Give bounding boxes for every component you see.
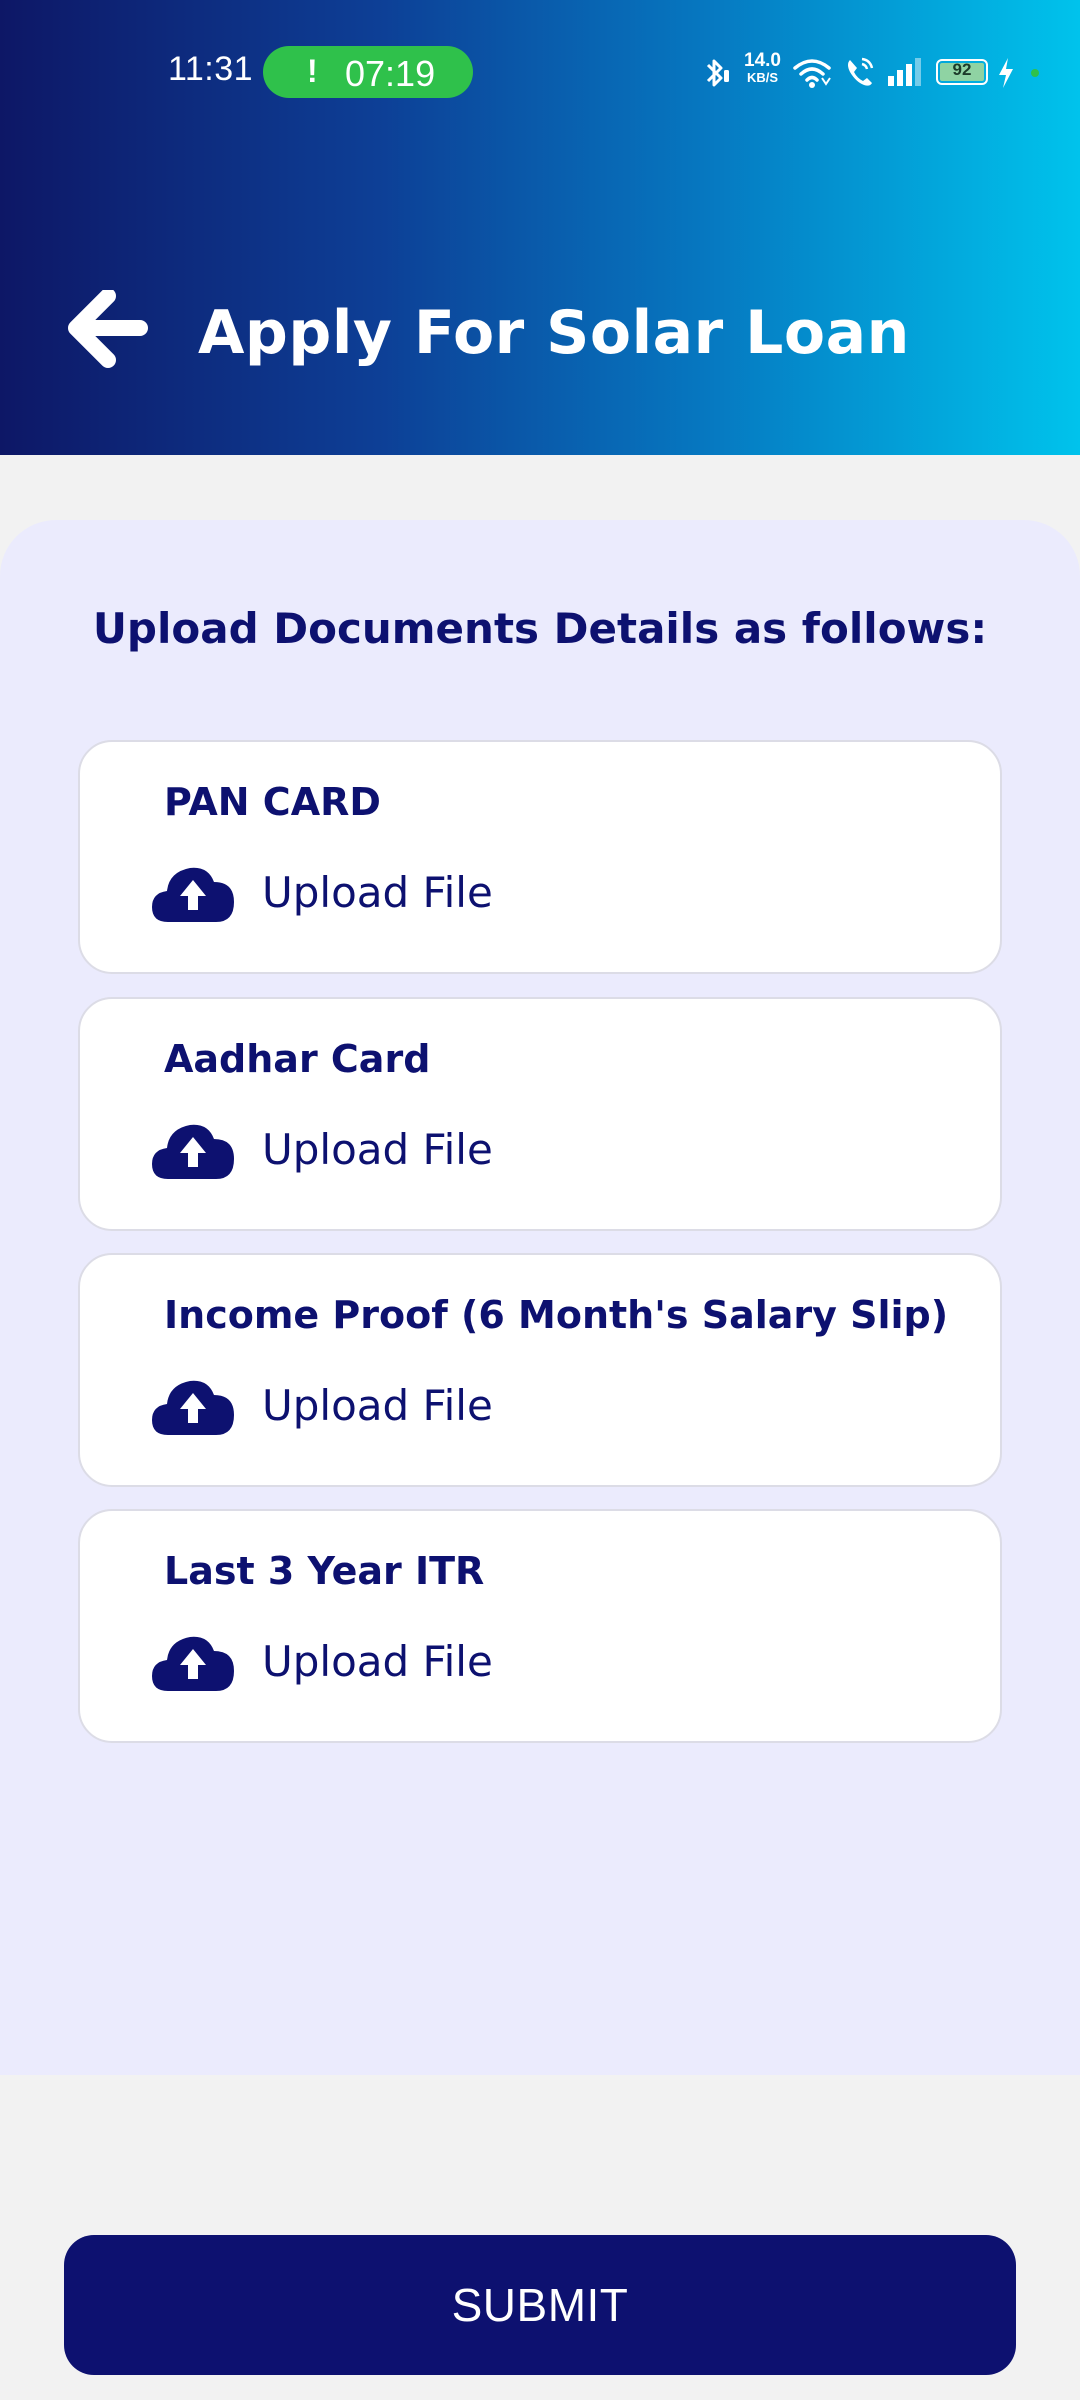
signal-icon: [888, 58, 921, 86]
status-time: 11:31: [168, 50, 254, 88]
section-heading: Upload Documents Details as follows:: [92, 604, 988, 653]
title-bar: Apply For Solar Loan: [0, 290, 1080, 380]
status-icons: 14.0 KB/S 92: [700, 48, 1060, 98]
document-card-itr[interactable]: Last 3 Year ITR Upload File: [78, 1509, 1002, 1743]
upload-file-label: Upload File: [262, 1125, 493, 1174]
document-title: PAN CARD: [164, 780, 381, 824]
upload-file-button[interactable]: Upload File: [150, 860, 850, 940]
documents-panel: Upload Documents Details as follows: PAN…: [0, 520, 1080, 2075]
battery-level: 92: [952, 60, 972, 79]
upload-file-button[interactable]: Upload File: [150, 1117, 850, 1197]
document-title: Income Proof (6 Month's Salary Slip): [164, 1293, 949, 1337]
document-title: Aadhar Card: [164, 1037, 431, 1081]
document-card-income-proof[interactable]: Income Proof (6 Month's Salary Slip) Upl…: [78, 1253, 1002, 1487]
ongoing-call-pill[interactable]: ! 07:19: [263, 46, 473, 98]
upload-file-label: Upload File: [262, 1381, 493, 1430]
call-duration: 07:19: [345, 53, 436, 94]
bluetooth-icon: [706, 59, 729, 87]
document-card-pan[interactable]: PAN CARD Upload File: [78, 740, 1002, 974]
upload-file-button[interactable]: Upload File: [150, 1373, 850, 1453]
arrow-left-icon[interactable]: [68, 290, 158, 374]
submit-button[interactable]: SUBMIT: [64, 2235, 1016, 2375]
notification-dot-icon: [1031, 69, 1039, 77]
call-alert-icon: !: [307, 53, 318, 89]
upload-file-label: Upload File: [262, 1637, 493, 1686]
document-card-aadhar[interactable]: Aadhar Card Upload File: [78, 997, 1002, 1231]
cloud-upload-icon: [152, 1636, 234, 1691]
wifi-icon: [793, 59, 831, 88]
cloud-upload-icon: [152, 867, 234, 922]
network-speed: 14.0 KB/S: [744, 50, 781, 85]
status-bar: 11:31 ! 07:19 14.0 KB/S 92: [0, 40, 1080, 106]
app-header: 11:31 ! 07:19 14.0 KB/S 92 Apply For Sol…: [0, 0, 1080, 455]
upload-file-label: Upload File: [262, 868, 493, 917]
cloud-upload-icon: [152, 1124, 234, 1179]
charging-icon: [999, 58, 1013, 88]
page-title: Apply For Solar Loan: [198, 298, 910, 368]
battery-icon: 92: [936, 59, 988, 85]
cloud-upload-icon: [152, 1380, 234, 1435]
document-title: Last 3 Year ITR: [164, 1549, 485, 1593]
upload-file-button[interactable]: Upload File: [150, 1629, 850, 1709]
wifi-calling-icon: [848, 57, 874, 86]
